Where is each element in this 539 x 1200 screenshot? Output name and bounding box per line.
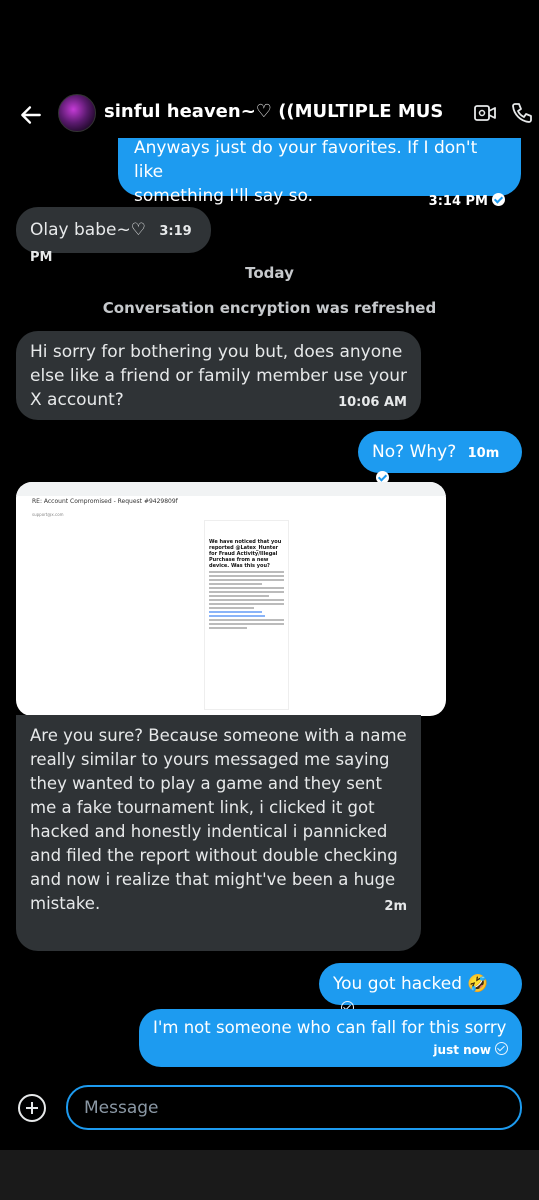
message-text: You got hacked 🤣 (333, 974, 489, 994)
video-call-icon[interactable] (473, 101, 497, 125)
message-text: I'm not someone who can fall for this so… (153, 1018, 507, 1037)
message-input[interactable] (66, 1085, 522, 1130)
read-receipt-icon (492, 193, 505, 206)
image-attachment[interactable]: RE: Account Compromised - Request #94298… (16, 482, 446, 716)
incoming-message[interactable]: Olay babe~♡ 3:19 PM (16, 207, 211, 265)
message-composer (0, 1080, 539, 1140)
outgoing-message[interactable]: You got hacked 🤣 (319, 963, 522, 1014)
email-subject: RE: Account Compromised - Request #94298… (32, 498, 178, 505)
message-text: Anyways just do your favorites. If I don… (134, 138, 478, 182)
message-text: No? Why? (372, 442, 457, 462)
message-text: X account? (30, 390, 124, 410)
message-timestamp: 10:06 AM (338, 395, 407, 410)
message-text: mistake. (30, 894, 101, 913)
message-timestamp: 2m (384, 899, 407, 914)
message-text: Are you sure? Because someone with a nam… (30, 726, 407, 745)
message-text: Hi sorry for bothering you but, does any… (30, 342, 403, 362)
browser-toolbar (16, 482, 446, 496)
message-text: and now i realize that might've been a h… (30, 870, 396, 889)
outgoing-message[interactable]: No? Why? 10m (358, 431, 522, 484)
incoming-message[interactable]: Hi sorry for bothering you but, does any… (16, 331, 421, 420)
message-text: and filed the report without double chec… (30, 846, 398, 865)
conversation-header: sinful heaven~♡ ((MULTIPLE MUS... (0, 90, 539, 140)
system-notice: Conversation encryption was refreshed (102, 299, 437, 317)
phone-icon[interactable] (510, 101, 534, 125)
system-navigation-bar (0, 1150, 539, 1200)
avatar[interactable] (58, 94, 96, 132)
message-text: they wanted to play a game and they sent (30, 774, 382, 793)
message-text: hacked and honestly indentical i pannick… (30, 822, 388, 841)
outgoing-message[interactable]: Anyways just do your favorites. If I don… (118, 138, 521, 209)
message-text: Olay babe~♡ (30, 220, 146, 240)
incoming-message[interactable]: Are you sure? Because someone with a nam… (16, 715, 421, 951)
message-timestamp: 10m (467, 446, 500, 461)
message-timestamp: 3:14 PM (428, 194, 488, 209)
message-text: me a fake tournament link, i clicked it … (30, 798, 375, 817)
email-body: We have noticed that you reported @Latex… (204, 520, 289, 710)
outgoing-message[interactable]: I'm not someone who can fall for this so… (139, 1009, 522, 1067)
sent-receipt-icon (495, 1042, 508, 1055)
message-text: really similar to yours messaged me sayi… (30, 750, 390, 769)
day-divider: Today (245, 264, 294, 282)
message-text: else like a friend or family member use … (30, 366, 408, 386)
add-attachment-icon[interactable] (18, 1094, 46, 1122)
email-heading: We have noticed that you reported @Latex… (209, 539, 282, 569)
message-timestamp: just now (433, 1043, 491, 1057)
back-arrow-icon[interactable] (18, 102, 44, 128)
conversation-title[interactable]: sinful heaven~♡ ((MULTIPLE MUS... (104, 101, 444, 122)
email-sender: support@x.com (32, 512, 64, 517)
